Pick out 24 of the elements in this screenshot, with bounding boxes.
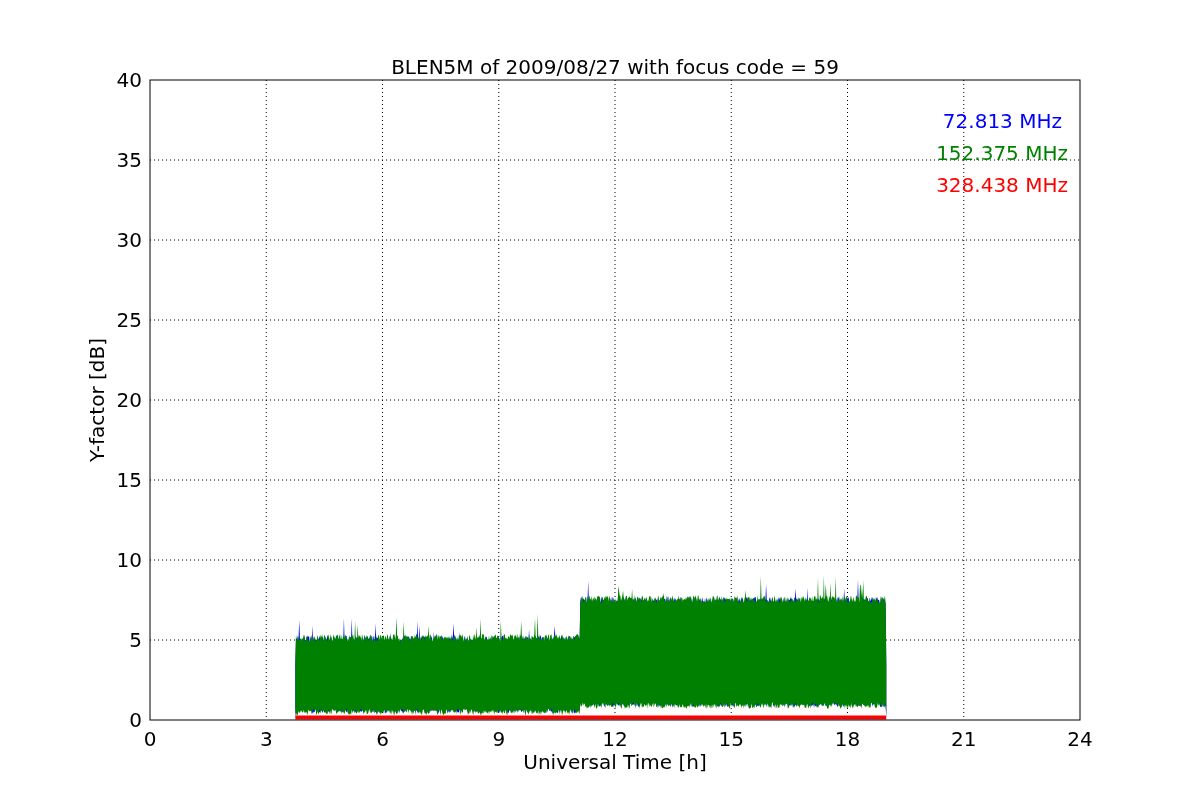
x-tick-label: 15 <box>718 727 744 751</box>
x-tick-label: 24 <box>1067 727 1093 751</box>
legend-label: 328.438 MHz <box>936 173 1068 197</box>
x-tick-label: 9 <box>492 727 506 751</box>
y-tick-label: 20 <box>116 388 142 412</box>
x-tick-label: 12 <box>602 727 628 751</box>
chart-title: BLEN5M of 2009/08/27 with focus code = 59 <box>391 55 839 79</box>
x-tick-label: 0 <box>143 727 157 751</box>
x-tick-label: 6 <box>376 727 389 751</box>
x-tick-label: 21 <box>951 727 977 751</box>
y-tick-label: 40 <box>116 68 142 92</box>
x-axis-label: Universal Time [h] <box>523 750 707 774</box>
y-tick-label: 10 <box>116 548 142 572</box>
x-tick-label: 3 <box>259 727 273 751</box>
legend-label: 72.813 MHz <box>942 109 1062 133</box>
y-tick-label: 30 <box>116 228 142 252</box>
y-tick-label: 0 <box>129 708 142 732</box>
y-axis-label: Y-factor [dB] <box>85 338 109 462</box>
y-tick-label: 35 <box>116 148 142 172</box>
y-tick-label: 25 <box>116 308 142 332</box>
legend-label: 152.375 MHz <box>936 141 1068 165</box>
y-tick-label: 15 <box>116 468 142 492</box>
y-tick-label: 5 <box>129 628 142 652</box>
x-tick-label: 18 <box>834 727 861 751</box>
